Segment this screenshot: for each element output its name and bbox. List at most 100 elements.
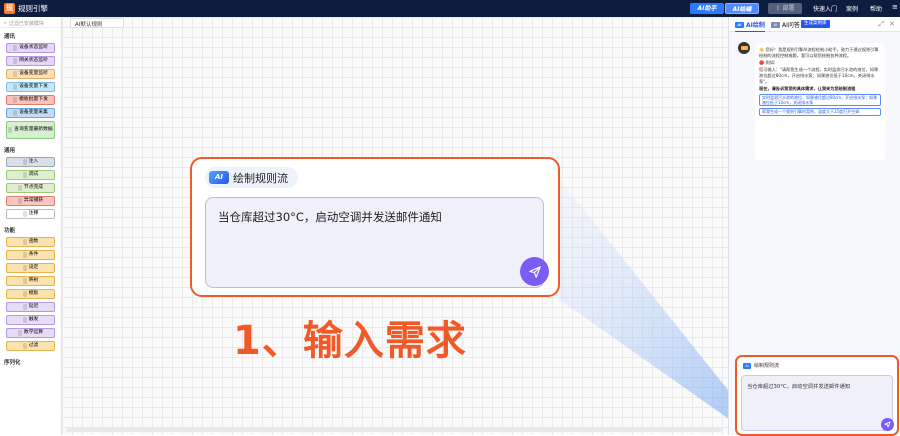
palette-node[interactable]: 设备状态监听 xyxy=(6,43,55,53)
palette-node-label: 条件 xyxy=(28,252,39,257)
palette-node[interactable]: 查询变量最新数据 xyxy=(6,121,55,139)
prompt-input[interactable]: 当仓库超过30°C，启动空调并发送邮件通知 xyxy=(205,197,544,288)
nav-quickstart[interactable]: 快速入门 xyxy=(813,4,837,13)
palette-search[interactable]: ⌕ 过滤已安装模块 xyxy=(0,17,61,28)
deploy-icon: ⇪ xyxy=(775,5,781,12)
node-port-icon xyxy=(13,71,18,77)
deploy-label: 部署 xyxy=(782,5,795,12)
ai-badge-small-icon: AI xyxy=(743,362,751,369)
node-port-icon xyxy=(22,252,27,258)
send-button[interactable] xyxy=(520,257,549,286)
app-title: 规则引擎 xyxy=(18,4,48,13)
node-port-icon xyxy=(22,172,27,178)
node-port-icon xyxy=(8,127,13,133)
palette-node[interactable]: 映射 xyxy=(6,276,55,286)
palette-node-label: 异常捕获 xyxy=(23,198,44,203)
node-port-icon xyxy=(13,97,18,103)
palette-node[interactable]: 异常捕获 xyxy=(6,196,55,206)
palette-node-label: 注入 xyxy=(28,159,39,164)
palette-node[interactable]: 条件 xyxy=(6,250,55,260)
expand-icon[interactable]: ⤢ xyxy=(879,20,885,29)
node-port-icon xyxy=(22,317,27,323)
node-port-icon xyxy=(22,304,27,310)
palette-list: 通讯设备状态监听 网关状态监听设备变量监听设备变量下发模板批量下发设备变量采集 查询… xyxy=(0,28,61,368)
palette-node-label: 数学运算 xyxy=(23,330,44,335)
example-title: 🔴 例如: xyxy=(759,60,776,65)
palette-node[interactable]: 数学运算 xyxy=(6,328,55,338)
node-port-icon xyxy=(22,291,27,297)
palette-node-label: 设备变量下发 xyxy=(19,84,48,89)
palette-node[interactable]: 注入 xyxy=(6,157,55,167)
deploy-button[interactable]: ⇪ 部署 xyxy=(768,3,802,14)
palette-category[interactable]: 通用 xyxy=(0,142,61,156)
palette-category[interactable]: 序列化 xyxy=(0,354,61,368)
example-text: 您可输入："请帮我生成一个流程，实时监测污水池的液位，如果液位超过80cm，开启… xyxy=(759,67,879,84)
logo-icon: 规 xyxy=(4,3,15,14)
ai-badge-icon: AI xyxy=(209,171,229,184)
close-icon[interactable]: ✕ xyxy=(889,20,895,29)
tab-ai-default-rule[interactable]: AI默认规则 xyxy=(70,18,124,28)
node-palette: ⌕ 过滤已安装模块 通讯设备状态监听 网关状态监听设备变量监听设备变量下发模板批量… xyxy=(0,17,62,435)
zoomed-input-card: AI 绘制规则流 当仓库超过30°C，启动空调并发送邮件通知 xyxy=(190,157,560,297)
nav-cases[interactable]: 案例 xyxy=(846,4,858,13)
palette-category[interactable]: 功能 xyxy=(0,222,61,236)
nav-help[interactable]: 帮助 xyxy=(870,4,882,13)
palette-node[interactable]: 模板批量下发 xyxy=(6,95,55,105)
chat-input-card: AI 绘制规则流 当仓库超过30°C，启动空调并发送邮件通知 xyxy=(735,355,899,436)
node-port-icon xyxy=(17,198,22,204)
palette-node[interactable]: 模板 xyxy=(6,289,55,299)
node-port-icon xyxy=(17,185,22,191)
palette-node[interactable]: 延迟 xyxy=(6,302,55,312)
palette-category[interactable]: 通讯 xyxy=(0,28,61,42)
search-input[interactable]: 过滤已安装模块 xyxy=(9,20,44,27)
palette-node[interactable]: 网关状态监听 xyxy=(6,56,55,66)
send-icon xyxy=(528,265,541,278)
case-library-badge[interactable]: 生成案例库 xyxy=(801,20,830,28)
prompt-hint: 现在，请告诉我您的具体需求，让我来为您绘制流程 xyxy=(759,86,856,91)
palette-node[interactable]: 注释 xyxy=(6,209,55,219)
node-port-icon xyxy=(13,58,18,64)
palette-node[interactable]: 调试 xyxy=(6,170,55,180)
palette-node[interactable]: 设备变量采集 xyxy=(6,108,55,118)
palette-node-label: 设备状态监听 xyxy=(19,45,48,50)
canvas-scrollbar[interactable] xyxy=(66,428,722,432)
ai-draw-button[interactable]: AI绘编 xyxy=(725,3,759,14)
step-label: 1、输入需求 xyxy=(233,318,467,364)
palette-node-label: 查询变量最新数据 xyxy=(14,127,53,132)
tab-ai-draw[interactable]: AI AI绘制 xyxy=(735,20,765,32)
node-port-icon xyxy=(22,278,27,284)
palette-node-label: 映射 xyxy=(28,278,39,283)
palette-node-label: 触发 xyxy=(28,317,39,322)
palette-node[interactable]: 触发 xyxy=(6,315,55,325)
panel-controls: ⤢ ✕ xyxy=(879,20,895,29)
palette-node[interactable]: 过滤 xyxy=(6,341,55,351)
app-logo[interactable]: 规 规则引擎 xyxy=(4,3,48,14)
bot-intro: 👋 您好！我是规则引擎AI流程绘制小助手。致力于通过规则引擎绘制的流程控制难题，… xyxy=(759,47,879,58)
send-icon xyxy=(884,421,891,428)
search-icon: ⌕ xyxy=(4,20,7,26)
suggestion-chip[interactable]: 帮我生成一个规则引擎的案例，温度大于25度打开空调 xyxy=(759,108,881,116)
palette-node[interactable]: 函数 xyxy=(6,237,55,247)
palette-node-label: 注释 xyxy=(28,211,39,216)
palette-node[interactable]: 节点完成 xyxy=(6,183,55,193)
chat-input-header: AI 绘制规则流 xyxy=(743,362,779,369)
suggestion-chip[interactable]: 实时监测污水池的液位，如果液位超过80cm，开启排水泵；如果液位低于10cm，关… xyxy=(759,94,881,107)
tab-ai-qa[interactable]: AI AI问答 xyxy=(771,20,800,29)
chat-send-button[interactable] xyxy=(881,418,894,431)
palette-node[interactable]: 设备变量下发 xyxy=(6,82,55,92)
palette-node[interactable]: 设备变量监听 xyxy=(6,69,55,79)
palette-node-label: 设备变量采集 xyxy=(19,110,48,115)
ai-panel: AI AI绘制 AI AI问答 生成案例库 ⤢ ✕ 👋 您好！我是规则引擎AI流… xyxy=(728,17,900,436)
menu-icon[interactable]: ≡ xyxy=(892,3,898,11)
node-port-icon xyxy=(22,239,27,245)
palette-node[interactable]: 设定 xyxy=(6,263,55,273)
palette-node-label: 调试 xyxy=(28,172,39,177)
ai-panel-tabs: AI AI绘制 AI AI问答 生成案例库 ⤢ ✕ xyxy=(729,17,900,32)
card-header: AI 绘制规则流 xyxy=(205,167,298,188)
chat-input-title: 绘制规则流 xyxy=(754,363,780,369)
ai-assistant-button[interactable]: AI助手 xyxy=(690,3,724,14)
chat-input[interactable]: 当仓库超过30°C，启动空调并发送邮件通知 xyxy=(741,375,893,431)
palette-node-label: 网关状态监听 xyxy=(19,58,48,63)
node-port-icon xyxy=(17,330,22,336)
ai-draw-icon: AI xyxy=(735,21,744,28)
